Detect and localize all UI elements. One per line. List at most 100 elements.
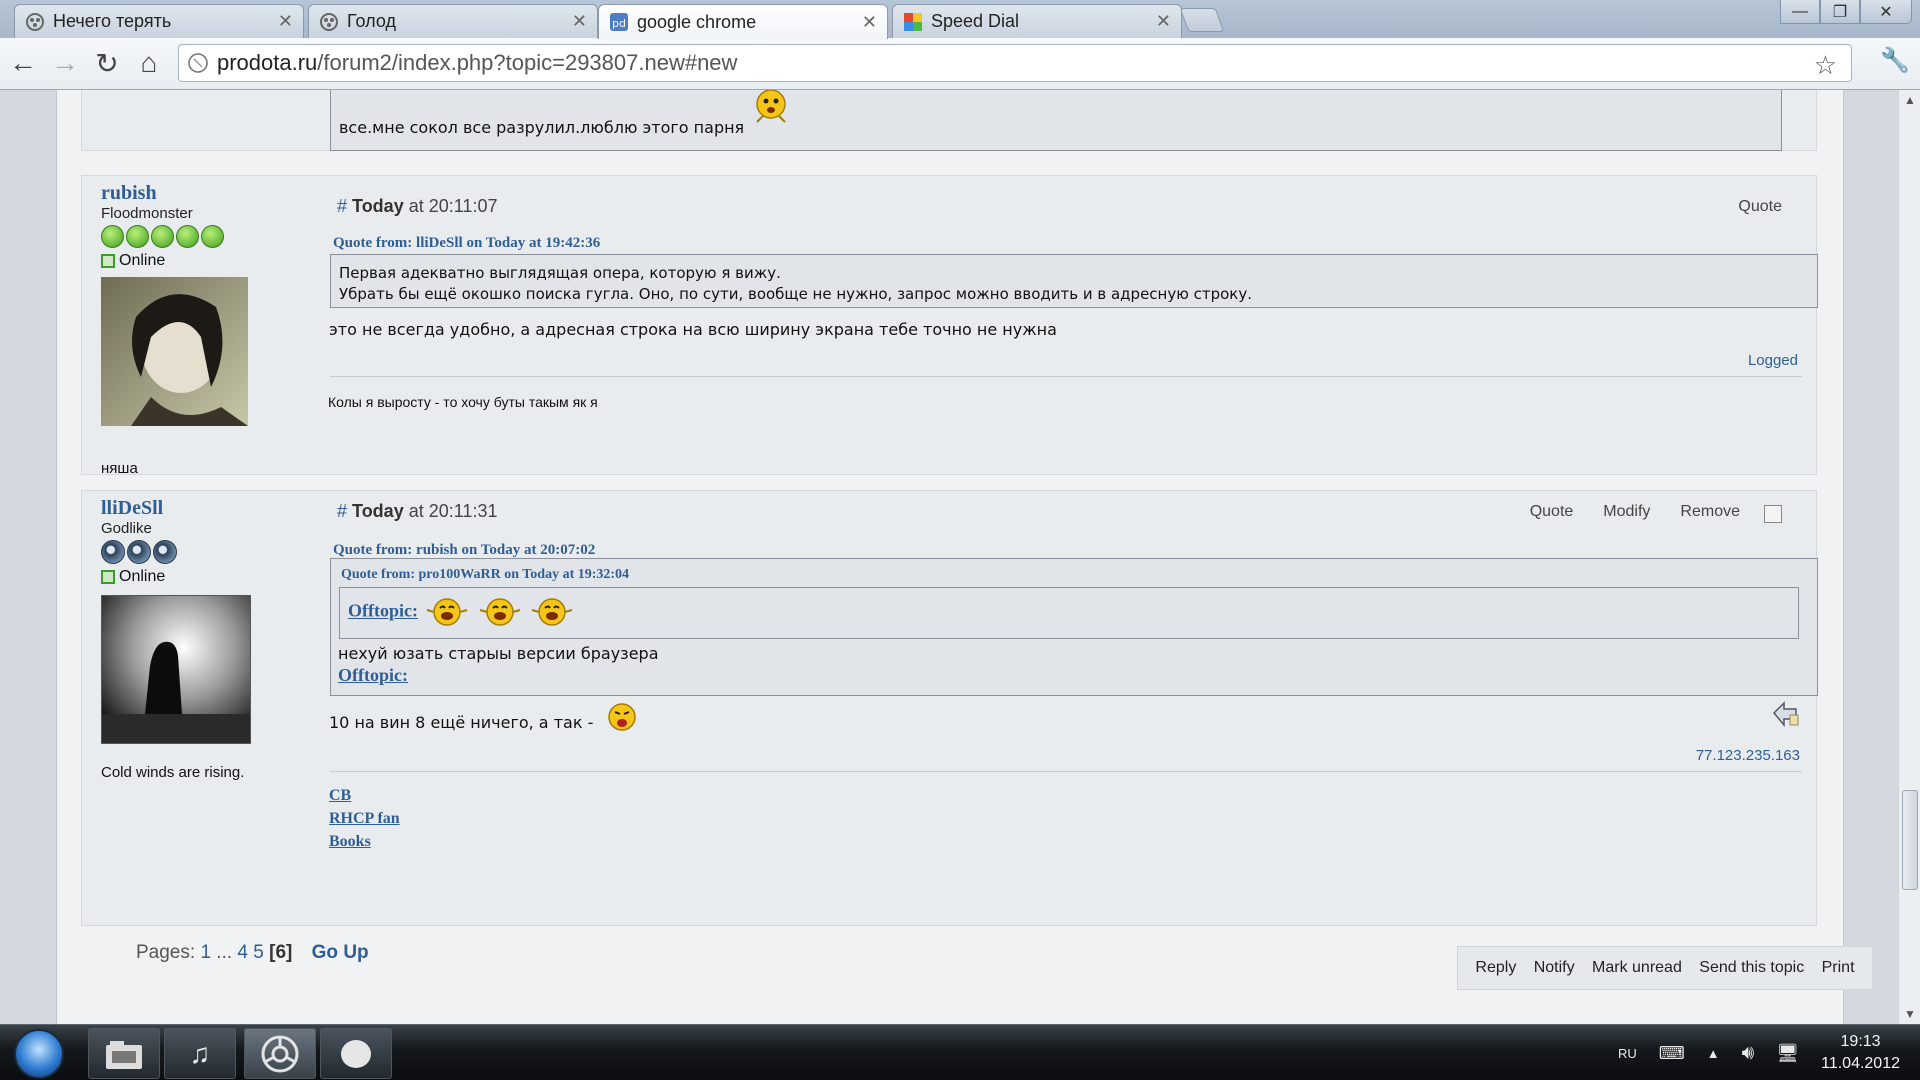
- page-link-1[interactable]: 1: [200, 942, 211, 963]
- tab-title: Нечего терять: [53, 11, 172, 31]
- post-rubish: rubish Floodmonster Online няша # Today …: [81, 175, 1818, 477]
- offtopic-link[interactable]: Offtopic:: [338, 665, 408, 685]
- poster-name[interactable]: rubish: [101, 182, 301, 205]
- tab-close-icon[interactable]: ✕: [572, 11, 587, 32]
- system-tray: RU ⌨ ▲ 🔊︎ 🖥︎ 19:13 11.04.2012: [1618, 1025, 1920, 1080]
- go-up-link[interactable]: Go Up: [312, 942, 369, 963]
- reply-button[interactable]: Reply: [1475, 959, 1516, 977]
- sig-link-cb[interactable]: CB: [329, 784, 400, 807]
- personal-text: Cold winds are rising.: [101, 764, 245, 781]
- keyboard-icon[interactable]: ⌨: [1659, 1043, 1685, 1064]
- home-icon[interactable]: ⌂: [132, 46, 166, 80]
- avatar: [101, 595, 251, 744]
- windows-taskbar: ♫ RU ⌨ ▲ 🔊︎ 🖥︎ 19:13 11.04.2012: [0, 1024, 1920, 1080]
- report-to-moderator-icon[interactable]: [1770, 699, 1800, 727]
- poster-name[interactable]: lliDeSll: [101, 497, 301, 520]
- page-info-icon[interactable]: [187, 52, 209, 74]
- previous-post-text: все.мне сокол все разрулил.люблю этого п…: [339, 118, 745, 137]
- start-button[interactable]: [14, 1029, 64, 1079]
- page-link-5[interactable]: 5: [253, 942, 264, 963]
- address-bar[interactable]: prodota.ru/forum2/index.php?topic=293807…: [178, 44, 1852, 82]
- disgusted-smiley-icon: [608, 702, 637, 731]
- post-body-text: 10 на вин 8 ещё ничего, а так -: [329, 713, 594, 732]
- close-window-icon[interactable]: ✕: [1860, 0, 1912, 24]
- tab-close-icon[interactable]: ✕: [1156, 11, 1171, 32]
- tab-strip: Нечего терять ✕ Голод ✕ pd google chrome…: [0, 0, 1920, 39]
- bookmark-star-icon[interactable]: ☆: [1814, 50, 1837, 81]
- post-date: Today: [352, 196, 404, 216]
- show-hidden-icons-icon[interactable]: ▲: [1707, 1046, 1720, 1061]
- ip-address[interactable]: 77.123.235.163: [1696, 747, 1800, 764]
- wrench-menu-icon[interactable]: 🔧: [1880, 46, 1910, 75]
- explorer-icon[interactable]: [88, 1028, 160, 1079]
- logged-label: Logged: [1747, 352, 1798, 369]
- reload-icon[interactable]: ↻: [90, 46, 124, 80]
- scroll-up-arrow-icon[interactable]: ▲: [1899, 90, 1920, 110]
- poster-rank: Godlike: [101, 520, 152, 537]
- poster-info: lliDeSll Godlike Online: [101, 497, 301, 586]
- scroll-down-arrow-icon[interactable]: ▼: [1899, 1004, 1920, 1024]
- rank-stars: [101, 225, 301, 248]
- post-time: at 20:11:31: [408, 501, 498, 521]
- forward-arrow-icon[interactable]: →: [48, 46, 82, 80]
- sig-link-rhcp[interactable]: RHCP fan: [329, 807, 400, 830]
- star-icon: [126, 225, 149, 248]
- notify-button[interactable]: Notify: [1534, 959, 1575, 977]
- quote-button[interactable]: Quote: [1530, 503, 1574, 521]
- remove-button[interactable]: Remove: [1680, 503, 1740, 521]
- post-body: 10 на вин 8 ещё ничего, а так -: [329, 702, 638, 733]
- rank-eye-icon: [127, 540, 151, 564]
- tab-title: Speed Dial: [931, 11, 1020, 31]
- volume-icon[interactable]: 🔊︎: [1742, 1042, 1755, 1065]
- offtopic-link[interactable]: Offtopic:: [348, 601, 418, 621]
- online-label: Online: [119, 252, 166, 269]
- music-player-icon[interactable]: ♫: [164, 1028, 236, 1079]
- tab-2[interactable]: Голод ✕: [308, 4, 598, 38]
- restore-icon[interactable]: ❐: [1820, 0, 1860, 24]
- window-controls: — ❐ ✕: [1780, 0, 1912, 24]
- tab-3-active[interactable]: pd google chrome ✕: [598, 4, 888, 39]
- scroll-thumb[interactable]: [1902, 790, 1918, 890]
- poster-info: rubish Floodmonster Online: [101, 182, 301, 270]
- signature-divider: [330, 376, 1802, 377]
- modify-button[interactable]: Modify: [1603, 503, 1650, 521]
- dancing-smiley-icon: [756, 90, 786, 123]
- quote-header[interactable]: Quote from: lliDeSll on Today at 19:42:3…: [333, 235, 600, 252]
- sig-link-books[interactable]: Books: [329, 830, 400, 853]
- star-icon: [151, 225, 174, 248]
- pagination: Pages: 1 ... 4 5 [6] Go Up: [136, 942, 369, 964]
- personal-text: няша: [101, 460, 138, 477]
- chrome-icon[interactable]: [244, 1028, 316, 1079]
- minimize-icon[interactable]: —: [1780, 0, 1820, 24]
- quote-line: Первая адекватно выглядящая опера, котор…: [339, 264, 781, 282]
- online-status: Online: [101, 568, 301, 586]
- tab-1[interactable]: Нечего терять ✕: [14, 4, 304, 38]
- quote-button[interactable]: Quote: [1738, 198, 1782, 216]
- post-anchor-link[interactable]: #: [337, 196, 347, 216]
- back-arrow-icon[interactable]: ←: [6, 46, 40, 80]
- quote-block: Quote from: pro100WaRR on Today at 19:32…: [330, 558, 1818, 696]
- send-topic-button[interactable]: Send this topic: [1699, 959, 1804, 977]
- page-scrollbar[interactable]: ▲ ▼: [1898, 90, 1920, 1024]
- network-icon[interactable]: 🖥︎: [1776, 1043, 1799, 1064]
- page-link-4[interactable]: 4: [237, 942, 248, 963]
- mark-unread-button[interactable]: Mark unread: [1592, 959, 1682, 977]
- tab-close-icon[interactable]: ✕: [278, 11, 293, 32]
- clock[interactable]: 19:13 11.04.2012: [1821, 1031, 1900, 1075]
- new-tab-button[interactable]: [1179, 8, 1225, 32]
- post-header: # Today at 20:11:31: [337, 501, 497, 522]
- language-indicator[interactable]: RU: [1618, 1046, 1637, 1061]
- skype-icon[interactable]: [320, 1028, 392, 1079]
- quote-header[interactable]: Quote from: rubish on Today at 20:07:02: [333, 542, 595, 559]
- online-label: Online: [119, 568, 166, 585]
- print-button[interactable]: Print: [1822, 959, 1855, 977]
- tab-4[interactable]: Speed Dial ✕: [892, 4, 1182, 38]
- page-viewport: все.мне сокол все разрулил.люблю этого п…: [0, 90, 1898, 1024]
- poster-rank: Floodmonster: [101, 205, 193, 222]
- nested-quote-header[interactable]: Quote from: pro100WaRR on Today at 19:32…: [341, 567, 629, 583]
- post-anchor-link[interactable]: #: [337, 501, 347, 521]
- star-icon: [101, 225, 124, 248]
- quote-text: нехуй юзать старыы версии браузера: [338, 644, 659, 663]
- tab-close-icon[interactable]: ✕: [862, 12, 877, 33]
- select-post-checkbox[interactable]: [1764, 505, 1782, 523]
